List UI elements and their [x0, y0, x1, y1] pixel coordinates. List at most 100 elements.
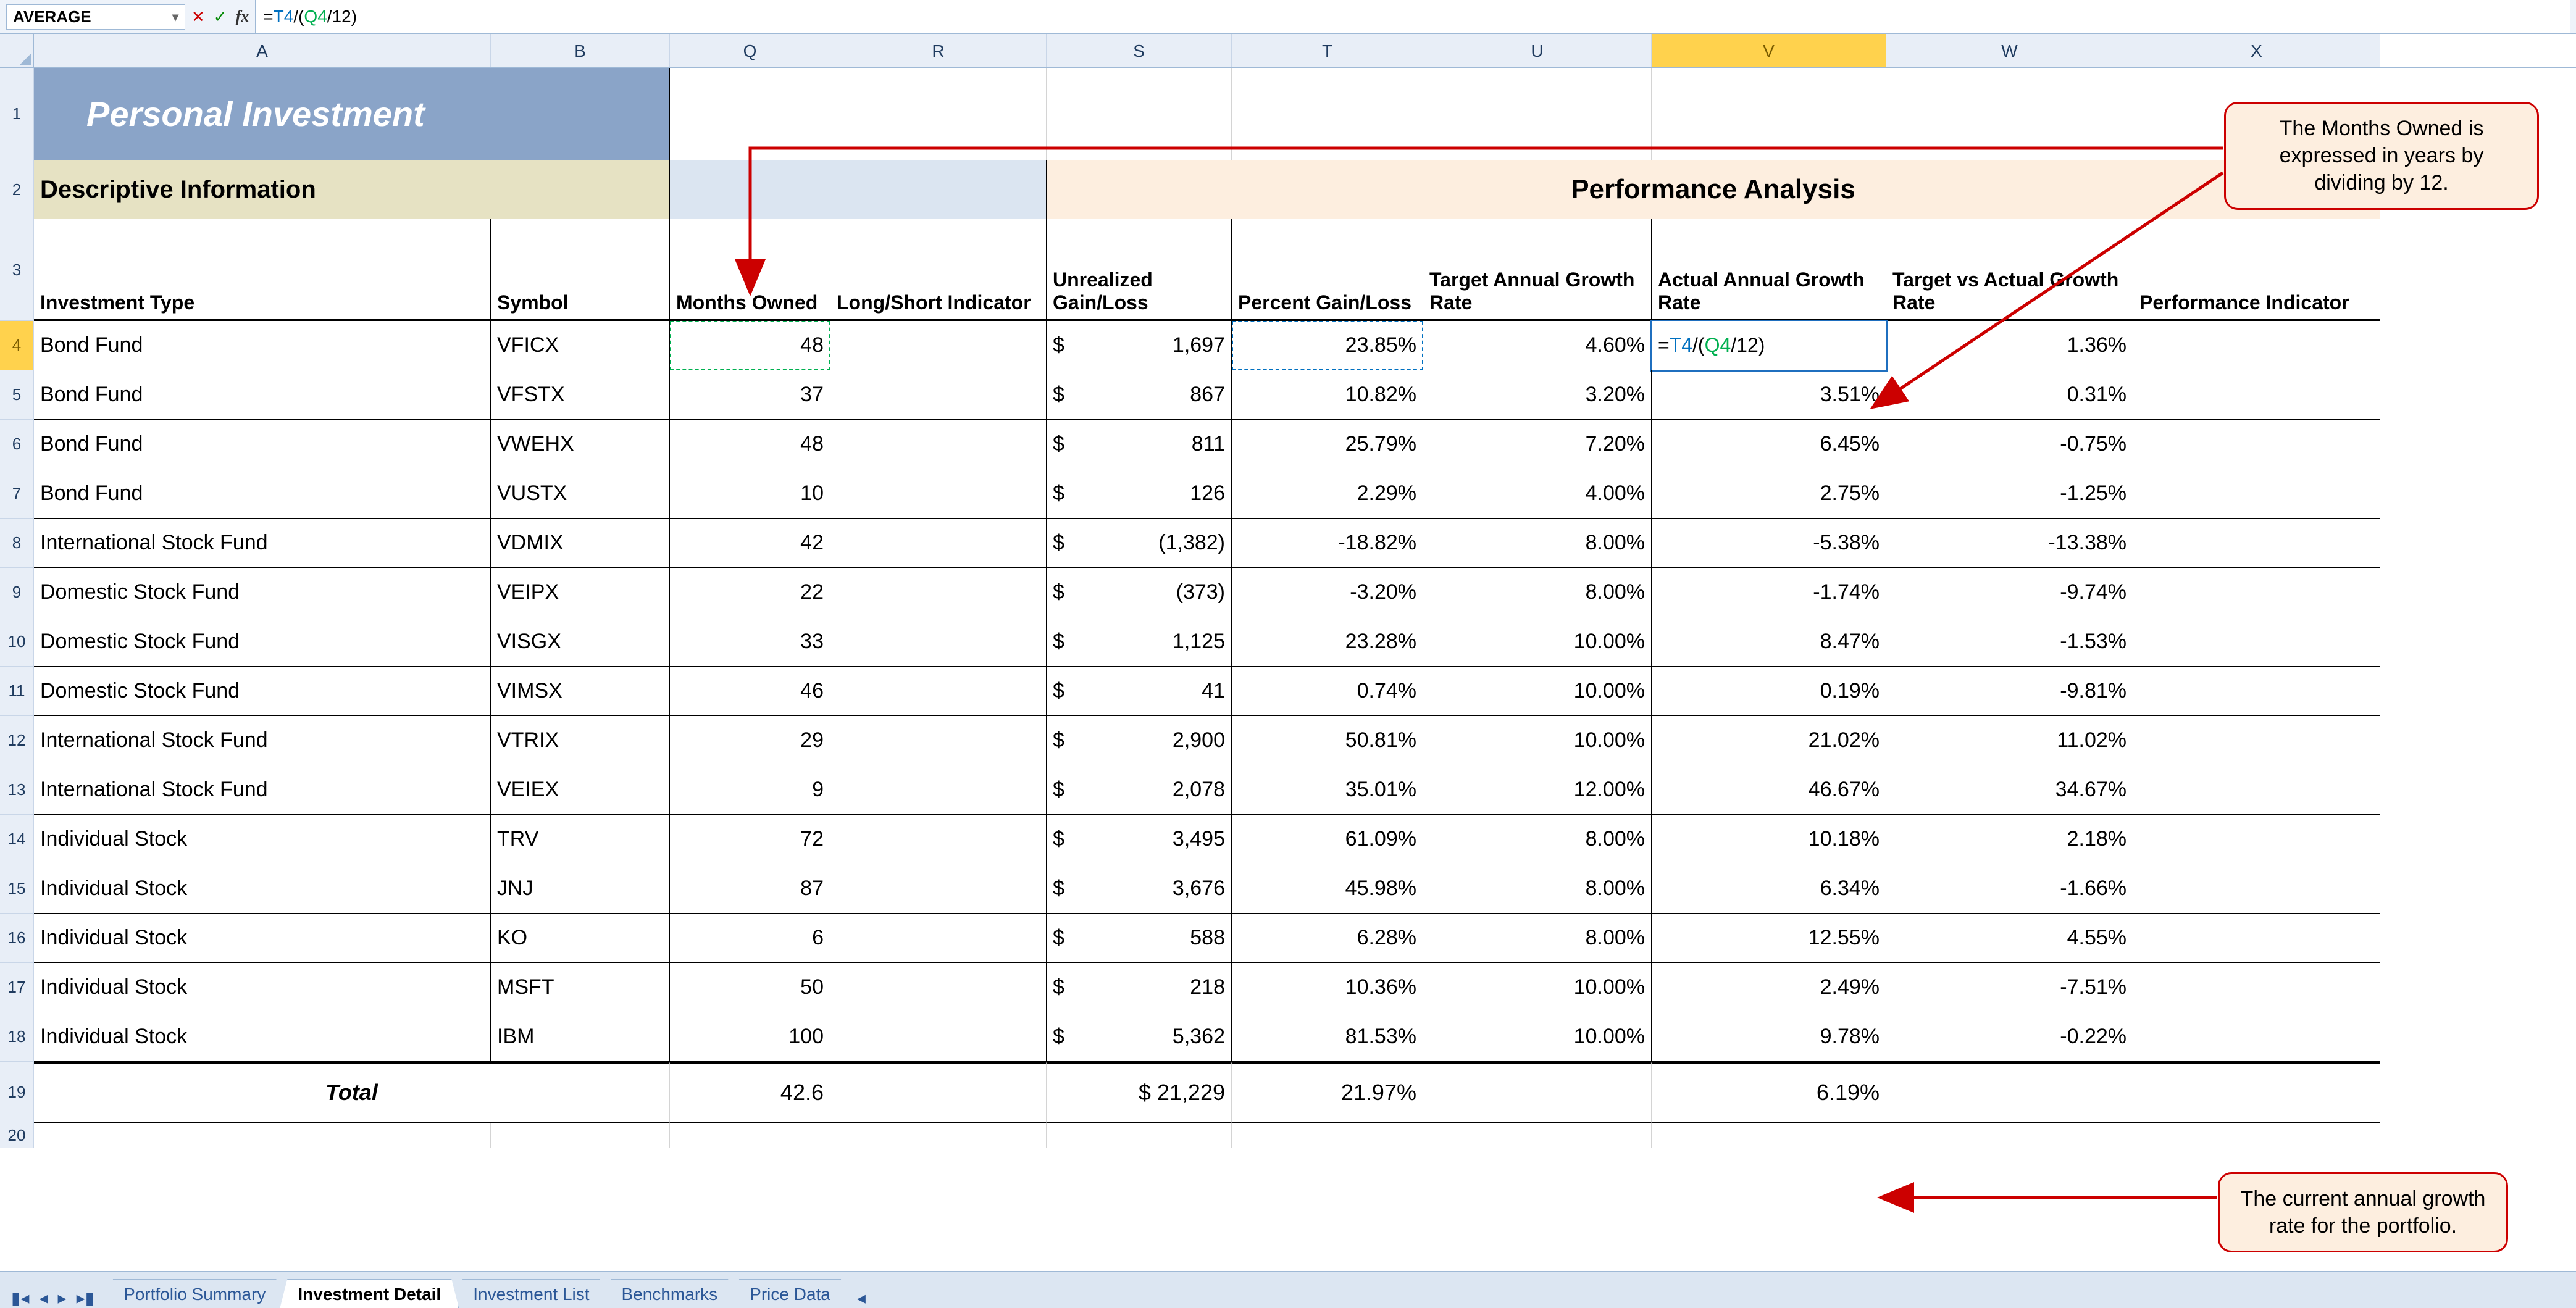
total-Q[interactable]: 42.6 [670, 1062, 830, 1123]
tab-first-icon[interactable]: ▮◂ [9, 1288, 31, 1308]
cell-U10[interactable]: 10.00% [1423, 617, 1652, 667]
row-header-13[interactable]: 13 [0, 765, 34, 815]
cell-X15[interactable] [2133, 864, 2380, 914]
cell-R1[interactable] [830, 68, 1047, 160]
row-header-14[interactable]: 14 [0, 815, 34, 864]
cell-S17[interactable]: $218 [1047, 963, 1232, 1012]
cell-T12[interactable]: 50.81% [1232, 716, 1423, 765]
cell-W11[interactable]: -9.81% [1886, 667, 2133, 716]
cell-Q5[interactable]: 37 [670, 370, 830, 420]
cell-Q1[interactable] [670, 68, 830, 160]
cell-A4[interactable]: Bond Fund [34, 321, 491, 370]
tab-scroll-right-icon[interactable]: ◂ [857, 1288, 866, 1308]
cell-U17[interactable]: 10.00% [1423, 963, 1652, 1012]
cell-X6[interactable] [2133, 420, 2380, 469]
row-header-1[interactable]: 1 [0, 68, 34, 160]
sheet-tab-benchmarks[interactable]: Benchmarks [604, 1279, 736, 1308]
cell-B13[interactable]: VEIEX [491, 765, 670, 815]
cell-R10[interactable] [830, 617, 1047, 667]
cell-Q17[interactable]: 50 [670, 963, 830, 1012]
cell-W12[interactable]: 11.02% [1886, 716, 2133, 765]
col-header-U[interactable]: U [1423, 34, 1652, 67]
cell-A13[interactable]: International Stock Fund [34, 765, 491, 815]
cell-B4[interactable]: VFICX [491, 321, 670, 370]
cell-S10[interactable]: $1,125 [1047, 617, 1232, 667]
cell-A17[interactable]: Individual Stock [34, 963, 491, 1012]
cell-R9[interactable] [830, 568, 1047, 617]
row-header-2[interactable]: 2 [0, 160, 34, 219]
cell-U16[interactable]: 8.00% [1423, 914, 1652, 963]
cell-W9[interactable]: -9.74% [1886, 568, 2133, 617]
cell-U15[interactable]: 8.00% [1423, 864, 1652, 914]
cell-V10[interactable]: 8.47% [1652, 617, 1886, 667]
cell-X10[interactable] [2133, 617, 2380, 667]
cell-V12[interactable]: 21.02% [1652, 716, 1886, 765]
cell-T7[interactable]: 2.29% [1232, 469, 1423, 519]
total-S[interactable]: $ 21,229 [1047, 1062, 1232, 1123]
col-header-V[interactable]: V [1652, 34, 1886, 67]
cell-T20[interactable] [1232, 1123, 1423, 1148]
cell-W18[interactable]: -0.22% [1886, 1012, 2133, 1062]
name-box-dropdown-icon[interactable]: ▾ [172, 9, 178, 25]
cell-B18[interactable]: IBM [491, 1012, 670, 1062]
tab-next-icon[interactable]: ▸ [56, 1288, 69, 1308]
cell-B16[interactable]: KO [491, 914, 670, 963]
cell-V13[interactable]: 46.67% [1652, 765, 1886, 815]
cell-X13[interactable] [2133, 765, 2380, 815]
cancel-icon[interactable]: ✕ [191, 7, 205, 27]
cell-Q7[interactable]: 10 [670, 469, 830, 519]
cell-R4[interactable] [830, 321, 1047, 370]
cell-S6[interactable]: $811 [1047, 420, 1232, 469]
cell-S16[interactable]: $588 [1047, 914, 1232, 963]
row-header-19[interactable]: 19 [0, 1062, 34, 1123]
cell-V18[interactable]: 9.78% [1652, 1012, 1886, 1062]
total-R[interactable] [830, 1062, 1047, 1123]
cell-T6[interactable]: 25.79% [1232, 420, 1423, 469]
cell-X14[interactable] [2133, 815, 2380, 864]
row-header-15[interactable]: 15 [0, 864, 34, 914]
total-T[interactable]: 21.97% [1232, 1062, 1423, 1123]
cell-W6[interactable]: -0.75% [1886, 420, 2133, 469]
cell-W20[interactable] [1886, 1123, 2133, 1148]
cell-S20[interactable] [1047, 1123, 1232, 1148]
cell-A7[interactable]: Bond Fund [34, 469, 491, 519]
col-header-X[interactable]: X [2133, 34, 2380, 67]
cell-T17[interactable]: 10.36% [1232, 963, 1423, 1012]
cell-Q15[interactable]: 87 [670, 864, 830, 914]
col-header-T[interactable]: T [1232, 34, 1423, 67]
cell-Q11[interactable]: 46 [670, 667, 830, 716]
sheet-tab-price-data[interactable]: Price Data [732, 1279, 848, 1308]
row-header-8[interactable]: 8 [0, 519, 34, 568]
cell-V20[interactable] [1652, 1123, 1886, 1148]
cell-R16[interactable] [830, 914, 1047, 963]
cell-T8[interactable]: -18.82% [1232, 519, 1423, 568]
cell-U8[interactable]: 8.00% [1423, 519, 1652, 568]
cell-T11[interactable]: 0.74% [1232, 667, 1423, 716]
cell-U20[interactable] [1423, 1123, 1652, 1148]
cell-U12[interactable]: 10.00% [1423, 716, 1652, 765]
cell-W13[interactable]: 34.67% [1886, 765, 2133, 815]
cell-Q20[interactable] [670, 1123, 830, 1148]
row-header-17[interactable]: 17 [0, 963, 34, 1012]
cell-B11[interactable]: VIMSX [491, 667, 670, 716]
cell-S13[interactable]: $2,078 [1047, 765, 1232, 815]
col-header-B[interactable]: B [491, 34, 670, 67]
row-header-4[interactable]: 4 [0, 321, 34, 370]
cell-R5[interactable] [830, 370, 1047, 420]
row-header-5[interactable]: 5 [0, 370, 34, 420]
sheet-tab-investment-list[interactable]: Investment List [455, 1279, 607, 1308]
cell-R20[interactable] [830, 1123, 1047, 1148]
cell-U13[interactable]: 12.00% [1423, 765, 1652, 815]
cell-W4[interactable]: 1.36% [1886, 321, 2133, 370]
cell-A5[interactable]: Bond Fund [34, 370, 491, 420]
cell-V17[interactable]: 2.49% [1652, 963, 1886, 1012]
cell-W16[interactable]: 4.55% [1886, 914, 2133, 963]
cell-V11[interactable]: 0.19% [1652, 667, 1886, 716]
row-header-9[interactable]: 9 [0, 568, 34, 617]
cell-R12[interactable] [830, 716, 1047, 765]
cell-R14[interactable] [830, 815, 1047, 864]
name-box[interactable]: AVERAGE ▾ [6, 4, 185, 30]
cell-V1[interactable] [1652, 68, 1886, 160]
cell-T9[interactable]: -3.20% [1232, 568, 1423, 617]
row-header-10[interactable]: 10 [0, 617, 34, 667]
